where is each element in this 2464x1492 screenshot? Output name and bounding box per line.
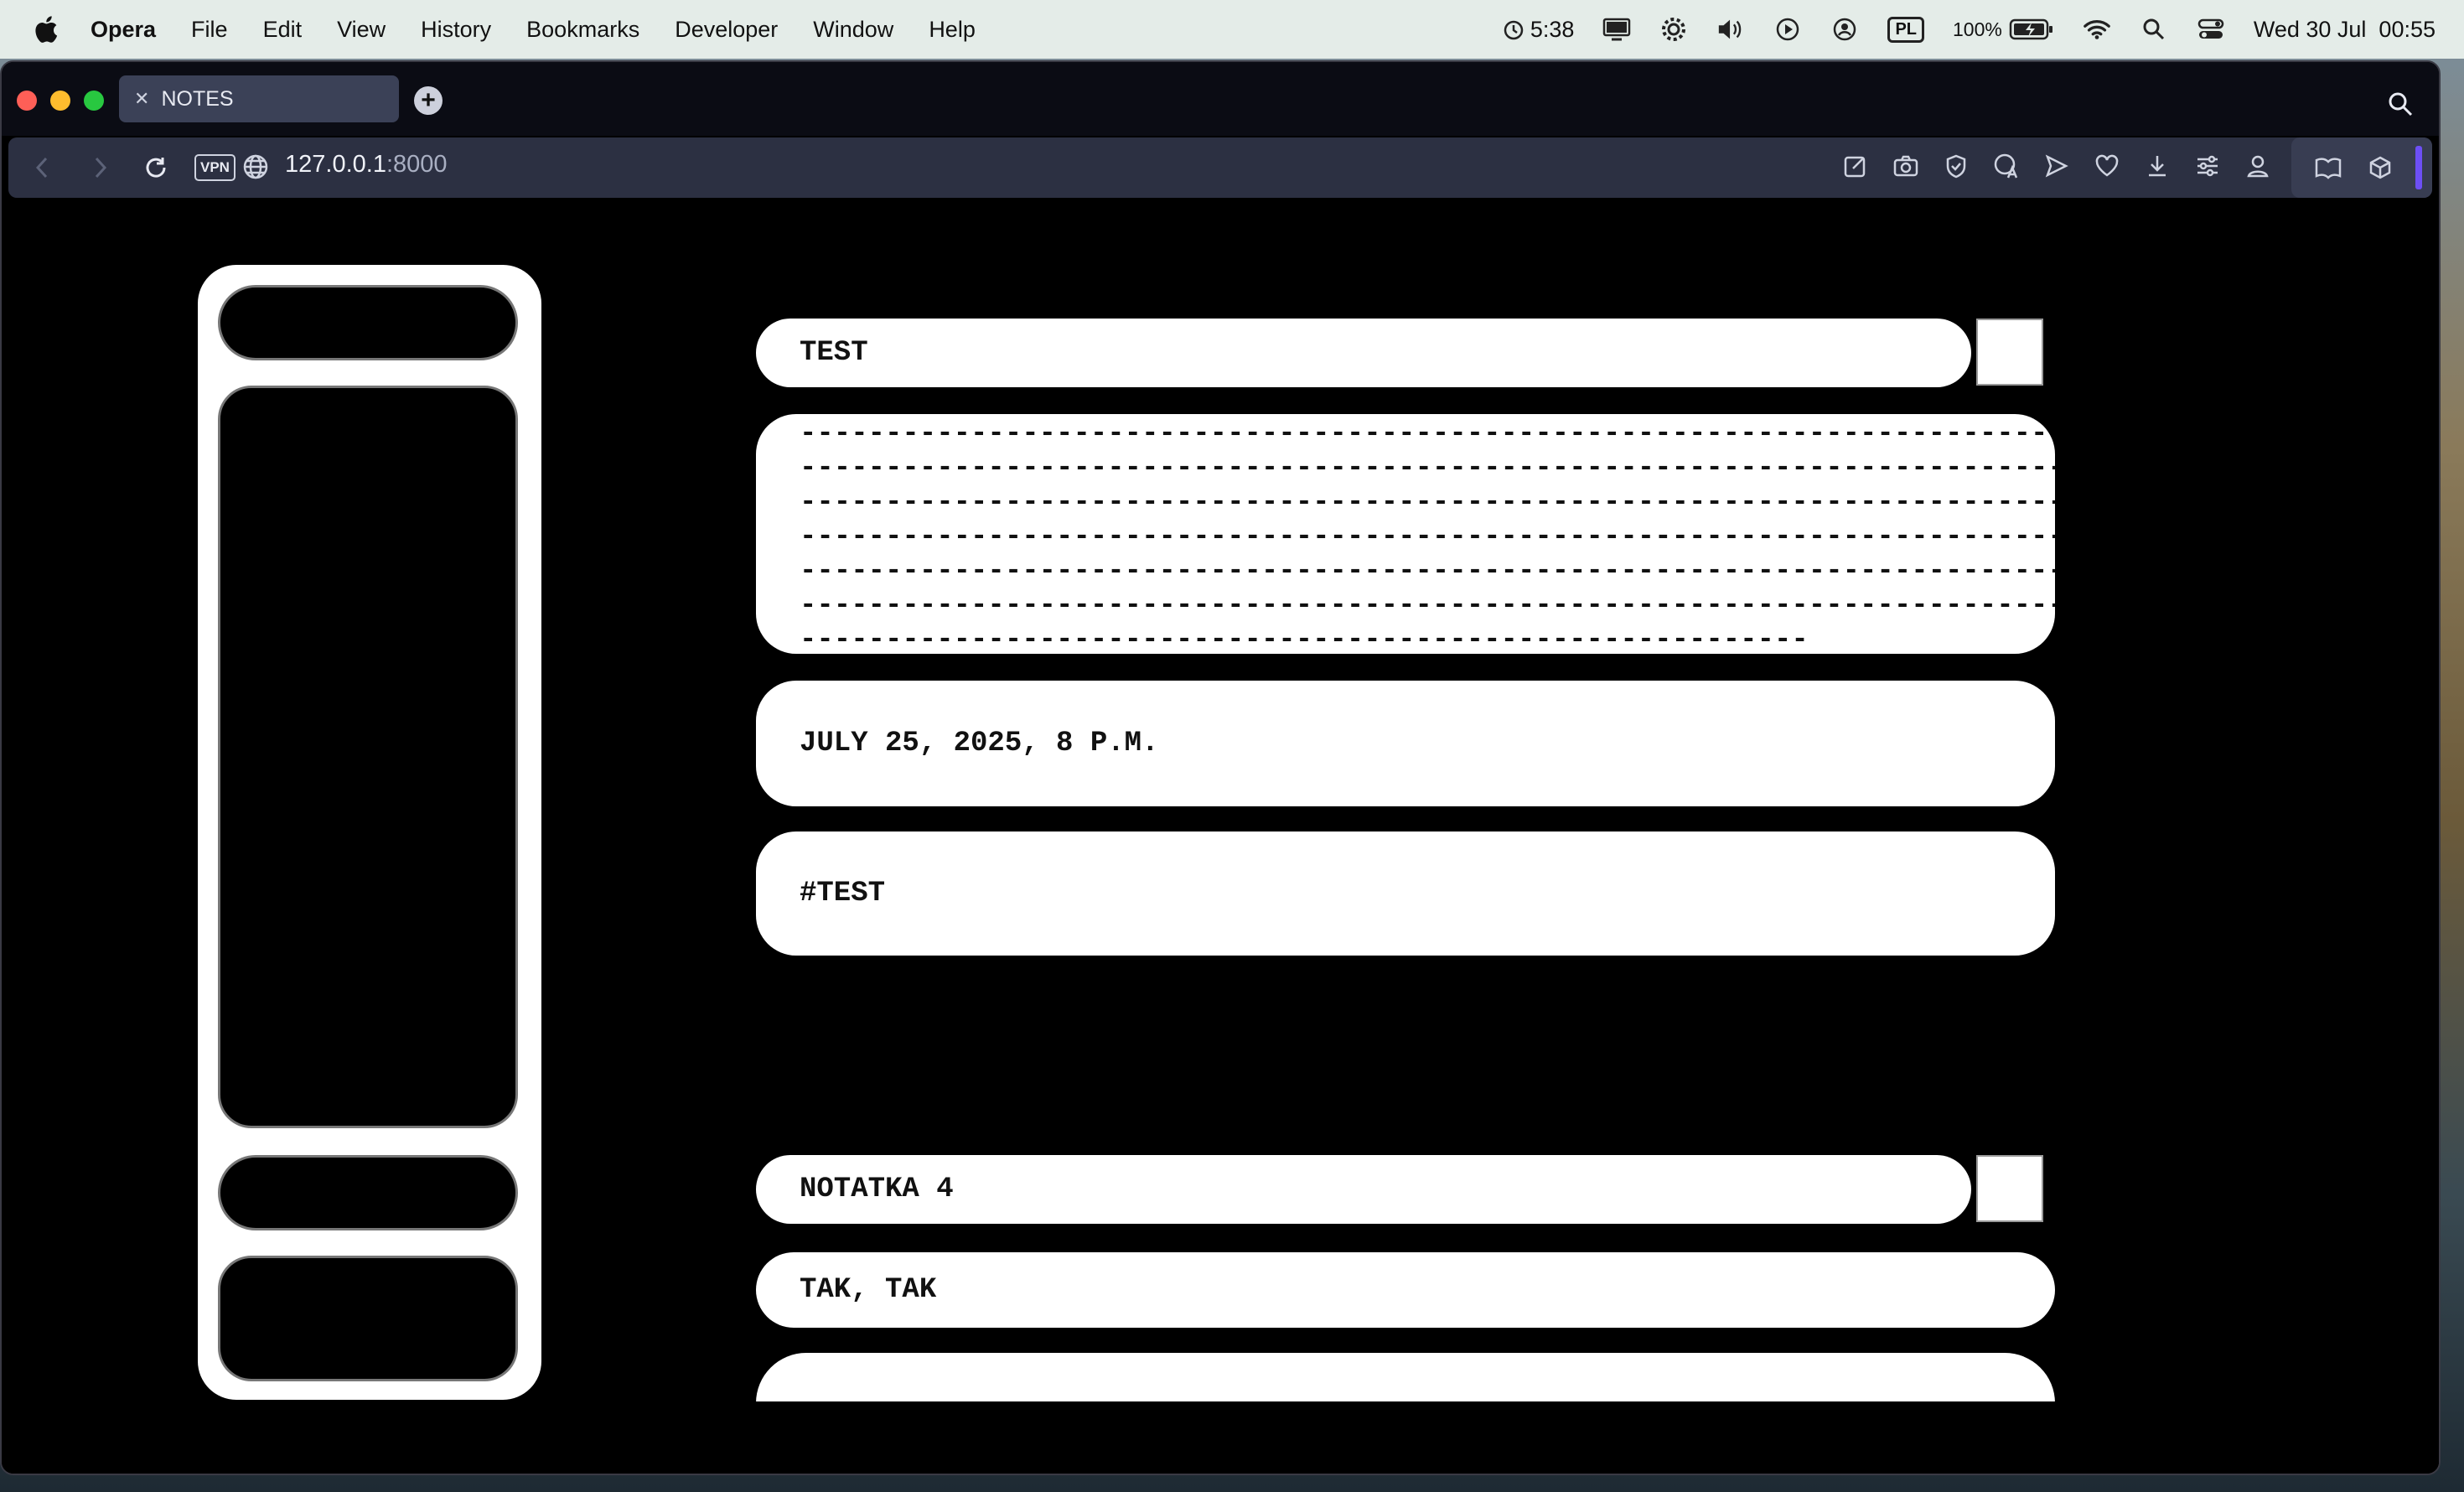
heart-icon[interactable] xyxy=(2092,151,2122,181)
note-title-field[interactable]: TEST xyxy=(756,319,1971,387)
extensions-cube-icon[interactable] xyxy=(2365,153,2395,183)
sidebar-main-panel[interactable] xyxy=(218,386,518,1128)
notes-sidebar xyxy=(198,265,541,1400)
note-date-field[interactable]: JULY 25, 2025, 8 P.M. xyxy=(756,681,2055,806)
control-center-icon[interactable] xyxy=(2197,15,2225,44)
note-body-line: ----------------------------------------… xyxy=(800,487,2055,519)
note-title-field[interactable]: NOTATKA 4 xyxy=(756,1155,1971,1224)
note-tags-text: #TEST xyxy=(800,878,886,909)
menu-bar: Opera File Edit View History Bookmarks D… xyxy=(0,0,2464,59)
volume-icon[interactable] xyxy=(1716,15,1745,44)
reading-list-icon[interactable] xyxy=(2313,153,2343,183)
note-date-text: JULY 25, 2025, 8 P.M. xyxy=(800,728,1159,759)
menu-developer[interactable]: Developer xyxy=(675,17,778,43)
sidebar-pill-button[interactable] xyxy=(218,1155,518,1230)
shield-icon[interactable] xyxy=(1941,151,1971,181)
menu-edit[interactable]: Edit xyxy=(263,17,303,43)
note-body-text: TAK, TAK xyxy=(800,1274,937,1306)
note-body-line: ----------------------------------------… xyxy=(800,556,2055,588)
back-icon[interactable] xyxy=(27,153,57,183)
close-tab-icon[interactable]: ✕ xyxy=(134,88,149,110)
battery-status[interactable]: 100% xyxy=(1953,18,2054,41)
tab-title: NOTES xyxy=(161,86,234,111)
vpn-badge[interactable]: VPN xyxy=(194,154,236,181)
url-field[interactable]: 127.0.0.1:8000 xyxy=(285,151,448,179)
url-port: :8000 xyxy=(386,151,448,178)
clock[interactable]: Wed 30 Jul 00:55 xyxy=(2254,17,2436,43)
battery-icon xyxy=(2009,18,2052,40)
easy-setup-icon[interactable] xyxy=(2192,151,2223,181)
toolbar-icons xyxy=(1820,151,2273,181)
site-info-globe-icon[interactable] xyxy=(241,153,270,181)
page-bottom-mask xyxy=(2,1401,2439,1474)
snap-edit-icon[interactable] xyxy=(1840,151,1871,181)
note-body-field[interactable]: ----------------------------------------… xyxy=(756,414,2055,654)
profile-icon[interactable] xyxy=(2243,151,2273,181)
note-body-field[interactable]: TAK, TAK xyxy=(756,1252,2055,1328)
address-bar: VPN 127.0.0.1:8000 xyxy=(8,137,2432,198)
translate-icon[interactable] xyxy=(1991,151,2021,181)
sidebar-toggle-group xyxy=(2291,137,2432,198)
sidebar-top-pill[interactable] xyxy=(218,285,518,360)
tab-bar: ✕ NOTES + xyxy=(2,62,2439,136)
page-content: TEST -----------------------------------… xyxy=(2,199,2439,1474)
play-icon[interactable] xyxy=(1773,15,1802,44)
note-body-text: ----------------------------------------… xyxy=(800,417,2055,654)
note-checkbox[interactable] xyxy=(1976,1155,2043,1222)
reload-icon[interactable] xyxy=(141,153,171,183)
status-area: 5:38 PL 100% Wed 30 Jul 00:55 xyxy=(1473,0,2436,59)
note-body-line: ----------------------------------------… xyxy=(800,418,2055,450)
menu-window[interactable]: Window xyxy=(813,17,893,43)
close-window-button[interactable] xyxy=(17,91,37,111)
forward-icon[interactable] xyxy=(85,153,116,183)
battery-percent: 100% xyxy=(1953,18,2002,40)
display-icon[interactable] xyxy=(1602,15,1631,44)
sidebar-bottom-button[interactable] xyxy=(218,1256,518,1381)
menu-file[interactable]: File xyxy=(191,17,228,43)
timer-status[interactable]: 5:38 xyxy=(1502,16,1575,43)
camera-icon[interactable] xyxy=(1891,151,1921,181)
menu-history[interactable]: History xyxy=(421,17,491,43)
input-source-badge[interactable]: PL xyxy=(1887,16,1925,43)
maximize-window-button[interactable] xyxy=(84,91,104,111)
minimize-window-button[interactable] xyxy=(50,91,70,111)
tab-notes[interactable]: ✕ NOTES xyxy=(119,75,399,122)
timer-icon xyxy=(1504,20,1524,40)
note-title-text: TEST xyxy=(800,337,868,369)
apple-icon[interactable] xyxy=(34,15,59,44)
menu-help[interactable]: Help xyxy=(929,17,976,43)
note-body-line: ----------------------------------------… xyxy=(800,521,2055,553)
gear-icon[interactable] xyxy=(1659,15,1688,44)
note-title-text: NOTATKA 4 xyxy=(800,1173,954,1205)
note-tags-field[interactable]: #TEST xyxy=(756,831,2055,956)
note-body-line: ----------------------------------------… xyxy=(800,590,2055,622)
menu-bookmarks[interactable]: Bookmarks xyxy=(526,17,639,43)
new-tab-button[interactable]: + xyxy=(414,86,443,115)
url-host: 127.0.0.1 xyxy=(285,151,386,178)
user-account-icon[interactable] xyxy=(1830,15,1859,44)
download-icon[interactable] xyxy=(2142,151,2172,181)
tab-search-icon[interactable] xyxy=(2387,91,2414,117)
sidebar-accent-bar xyxy=(2415,146,2422,189)
menu-app-name[interactable]: Opera xyxy=(91,17,156,43)
note-body-line: ----------------------------------------… xyxy=(800,624,1809,654)
note-checkbox[interactable] xyxy=(1976,319,2043,386)
wifi-icon[interactable] xyxy=(2083,15,2111,44)
note-body-line: ----------------------------------------… xyxy=(800,453,2055,484)
timer-label: 5:38 xyxy=(1530,16,1575,42)
spotlight-search-icon[interactable] xyxy=(2140,15,2168,44)
send-icon[interactable] xyxy=(2042,151,2072,181)
browser-window: ✕ NOTES + VPN 127.0.0.1:8000 TEST ------… xyxy=(0,60,2441,1475)
menu-view[interactable]: View xyxy=(337,17,386,43)
